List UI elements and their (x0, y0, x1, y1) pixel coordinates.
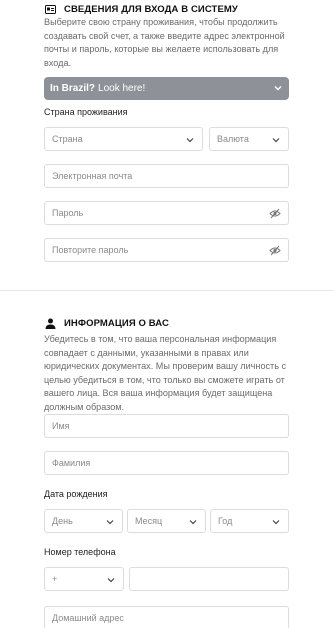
year-select-value: Год (218, 516, 233, 526)
residence-label: Страна проживания (44, 107, 128, 117)
year-select[interactable]: Год (210, 509, 289, 533)
phone-prefix-value: + (52, 574, 58, 584)
address-field[interactable]: Домашний адрес (44, 606, 289, 628)
day-select-value: День (52, 516, 73, 526)
birthdate-label: Дата рождения (44, 489, 108, 499)
email-placeholder: Электронная почта (52, 171, 133, 181)
month-select-value: Месяц (135, 516, 163, 526)
country-select[interactable]: Страна (44, 127, 203, 151)
banner-text: Look here! (98, 83, 146, 94)
last-name-field[interactable]: Фамилия (44, 451, 289, 475)
password-field[interactable]: Пароль (44, 201, 289, 225)
phone-number-field[interactable] (129, 567, 289, 591)
eye-off-icon[interactable] (269, 245, 281, 258)
email-field[interactable]: Электронная почта (44, 164, 289, 188)
address-placeholder: Домашний адрес (52, 613, 124, 623)
login-section-description: Выберите свою страну проживания, чтобы п… (44, 17, 285, 68)
id-card-icon (44, 3, 57, 16)
currency-select[interactable]: Валюта (209, 127, 289, 151)
section-divider (0, 290, 333, 291)
chevron-down-icon (185, 135, 195, 147)
repeat-password-field[interactable]: Повторите пароль (44, 238, 289, 262)
currency-select-value: Валюта (217, 134, 249, 144)
user-icon (44, 317, 57, 330)
chevron-down-icon (273, 83, 283, 96)
login-section-title: СВЕДЕНИЯ ДЛЯ ВХОДА В СИСТЕМУ (64, 4, 238, 15)
chevron-down-icon (271, 135, 281, 147)
repeat-password-placeholder: Повторите пароль (52, 245, 129, 255)
last-name-placeholder: Фамилия (52, 458, 91, 468)
chevron-down-icon (105, 517, 115, 529)
phone-label: Номер телефона (44, 547, 116, 557)
chevron-down-icon (106, 575, 116, 587)
banner-bold-text: In Brazil? (50, 83, 96, 94)
phone-prefix-select[interactable]: + (44, 567, 124, 591)
chevron-down-icon (188, 517, 198, 529)
chevron-down-icon (271, 517, 281, 529)
first-name-placeholder: Имя (52, 421, 70, 431)
password-placeholder: Пароль (52, 208, 84, 218)
brazil-banner[interactable]: In Brazil? Look here! (44, 77, 289, 100)
month-select[interactable]: Месяц (127, 509, 206, 533)
personal-section-title: ИНФОРМАЦИЯ О ВАС (64, 318, 169, 329)
first-name-field[interactable]: Имя (44, 414, 289, 438)
eye-off-icon[interactable] (269, 208, 281, 221)
personal-section-description: Убедитесь в том, что ваша персональная и… (44, 334, 287, 412)
day-select[interactable]: День (44, 509, 123, 533)
country-select-value: Страна (52, 134, 83, 144)
